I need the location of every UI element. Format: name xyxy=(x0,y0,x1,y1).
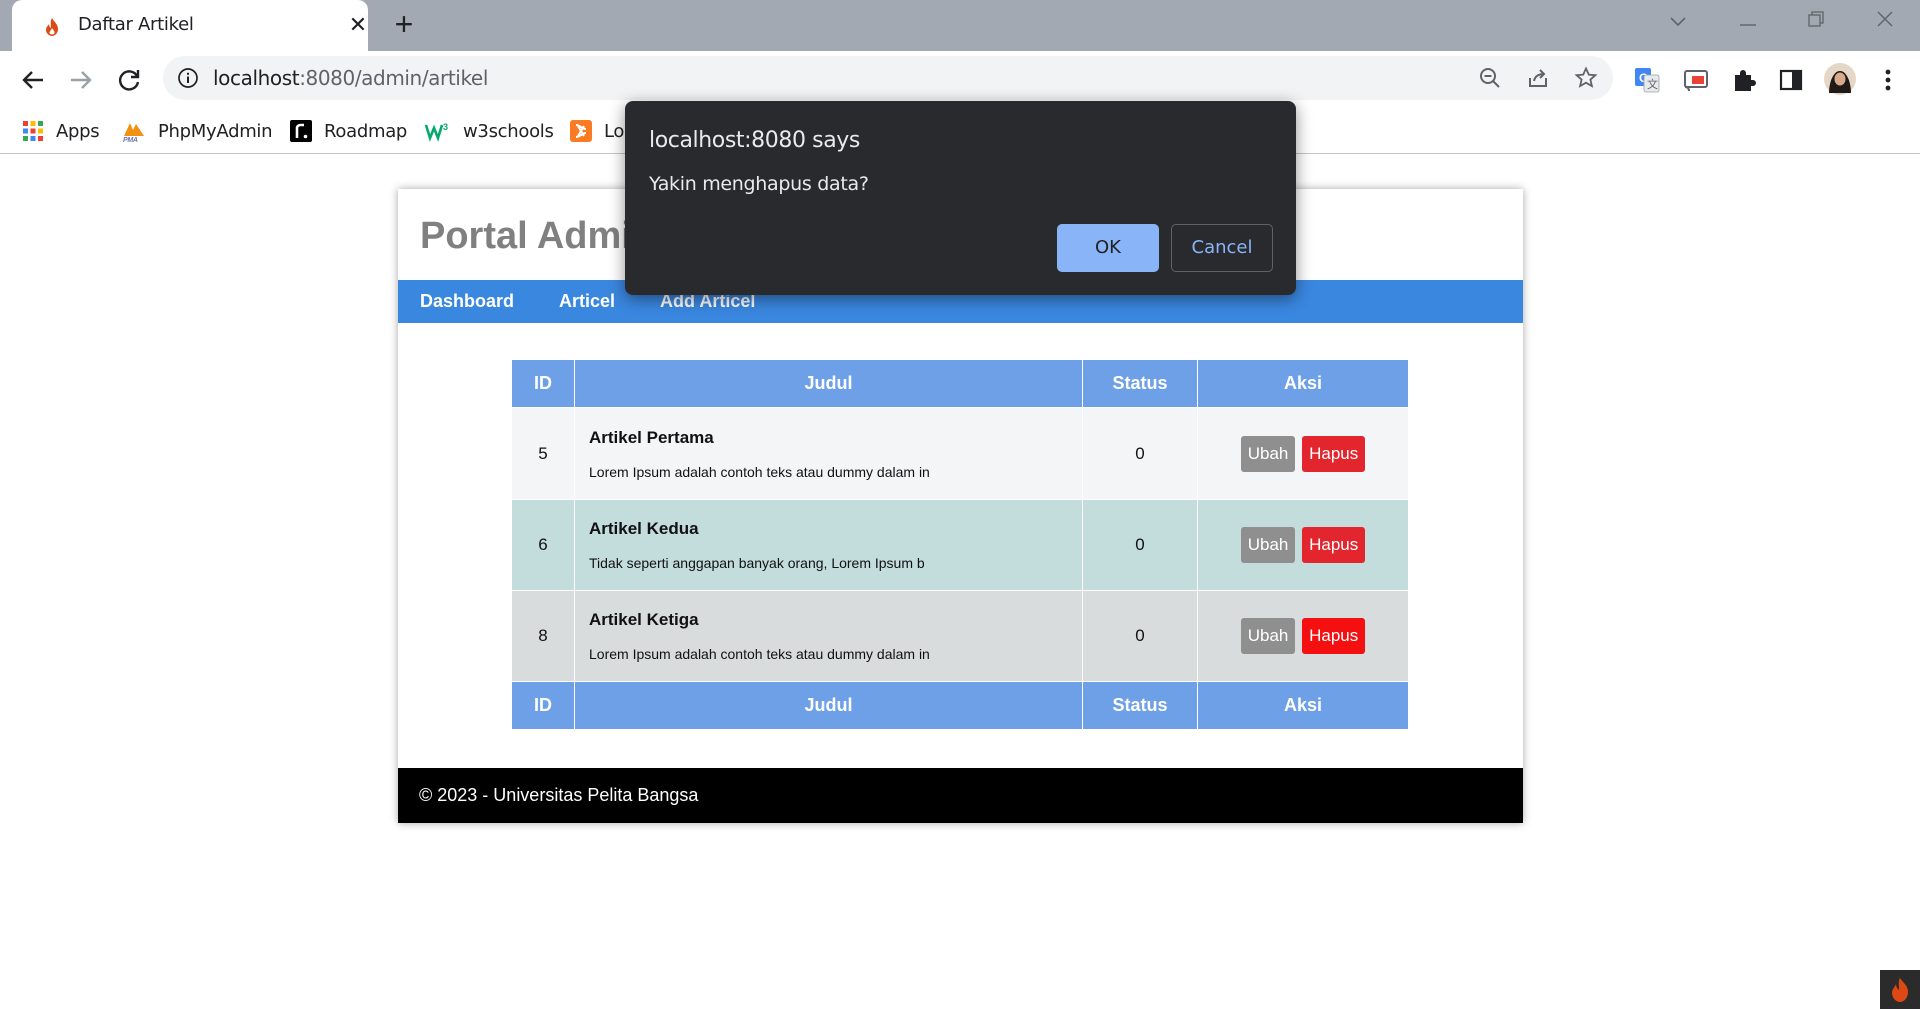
tab-title: Daftar Artikel xyxy=(78,14,194,35)
side-panel-icon[interactable] xyxy=(1777,66,1805,94)
cell-aksi: Ubah Hapus xyxy=(1197,499,1409,591)
page-footer: © 2023 - Universitas Pelita Bangsa xyxy=(398,768,1523,823)
codeigniter-flame-icon xyxy=(41,16,63,38)
bookmark-xampp[interactable]: Lo xyxy=(570,117,624,145)
svg-text:文: 文 xyxy=(1647,77,1658,91)
article-excerpt: Lorem Ipsum adalah contoh teks atau dumm… xyxy=(589,463,930,480)
bookmark-label: Lo xyxy=(604,120,625,142)
col-header-id: ID xyxy=(511,359,575,408)
bookmark-label: Apps xyxy=(56,120,100,142)
extensions-puzzle-icon[interactable] xyxy=(1730,66,1758,94)
cell-status: 0 xyxy=(1082,590,1198,682)
edit-button[interactable]: Ubah xyxy=(1240,435,1296,472)
cancel-button[interactable]: Cancel xyxy=(1171,224,1273,272)
article-table: ID Judul Status Aksi 5 Artikel Pertama L… xyxy=(511,359,1409,730)
zoom-out-icon[interactable] xyxy=(1478,66,1502,90)
address-bar[interactable]: localhost:8080/admin/artikel xyxy=(163,56,1613,100)
svg-text:PMA: PMA xyxy=(123,137,138,142)
bookmark-star-icon[interactable] xyxy=(1574,66,1598,90)
cell-judul: Artikel Kedua Tidak seperti anggapan ban… xyxy=(574,499,1083,591)
back-arrow-icon[interactable] xyxy=(15,62,51,98)
dialog-message: Yakin menghapus data? xyxy=(649,173,869,195)
table-row: 8 Artikel Ketiga Lorem Ipsum adalah cont… xyxy=(511,590,1409,682)
cell-id: 5 xyxy=(511,407,575,500)
delete-button[interactable]: Hapus xyxy=(1302,527,1366,563)
browser-tab[interactable]: Daftar Artikel ✕ xyxy=(12,0,368,51)
bookmark-roadmap[interactable]: Roadmap xyxy=(290,117,407,145)
restore-icon[interactable] xyxy=(1801,8,1831,38)
tab-search-chevron-icon[interactable] xyxy=(1663,8,1693,38)
ok-button[interactable]: OK xyxy=(1057,224,1159,272)
apps-grid-icon xyxy=(22,120,44,142)
share-icon[interactable] xyxy=(1526,66,1550,90)
site-info-icon[interactable] xyxy=(177,67,199,89)
article-excerpt: Lorem Ipsum adalah contoh teks atau dumm… xyxy=(589,646,930,662)
codeigniter-debug-toolbar-icon[interactable] xyxy=(1880,970,1920,1009)
delete-button[interactable]: Hapus xyxy=(1302,618,1366,654)
cell-aksi: Ubah Hapus xyxy=(1197,590,1409,682)
reload-icon[interactable] xyxy=(111,62,147,98)
bookmark-label: w3schools xyxy=(463,120,554,142)
delete-button[interactable]: Hapus xyxy=(1302,435,1366,472)
col-header-status: Status xyxy=(1082,359,1198,408)
article-title: Artikel Ketiga xyxy=(589,610,699,629)
edit-button[interactable]: Ubah xyxy=(1240,618,1296,654)
cell-judul: Artikel Ketiga Lorem Ipsum adalah contoh… xyxy=(574,590,1083,682)
bookmark-w3schools[interactable]: 3 w3schools xyxy=(424,117,554,145)
col-footer-id: ID xyxy=(511,681,575,730)
svg-text:3: 3 xyxy=(443,122,448,132)
col-footer-aksi: Aksi xyxy=(1197,681,1409,730)
dialog-title: localhost:8080 says xyxy=(649,128,860,153)
bookmark-phpmyadmin[interactable]: PMA PhpMyAdmin xyxy=(122,117,273,145)
xampp-icon xyxy=(570,120,592,142)
cell-aksi: Ubah Hapus xyxy=(1197,407,1409,500)
cell-id: 8 xyxy=(511,590,575,682)
nav-articel[interactable]: Articel xyxy=(559,291,615,312)
table-row: 5 Artikel Pertama Lorem Ipsum adalah con… xyxy=(511,407,1409,500)
article-excerpt: Tidak seperti anggapan banyak orang, Lor… xyxy=(589,555,925,571)
edit-button[interactable]: Ubah xyxy=(1240,527,1296,563)
close-icon[interactable]: ✕ xyxy=(344,11,372,39)
menu-kebab-icon[interactable] xyxy=(1874,66,1902,94)
bookmark-apps[interactable]: Apps xyxy=(22,117,100,145)
tab-strip: Daftar Artikel ✕ + xyxy=(0,0,1920,51)
confirm-dialog: localhost:8080 says Yakin menghapus data… xyxy=(625,101,1296,295)
col-footer-status: Status xyxy=(1082,681,1198,730)
bookmark-label: Roadmap xyxy=(324,120,408,142)
bookmark-label: PhpMyAdmin xyxy=(158,120,273,142)
table-header-row: ID Judul Status Aksi xyxy=(511,359,1409,408)
w3schools-icon: 3 xyxy=(424,120,451,142)
footer-copyright: © 2023 - Universitas Pelita Bangsa xyxy=(419,785,699,805)
profile-avatar[interactable] xyxy=(1824,63,1856,95)
col-header-judul: Judul xyxy=(574,359,1083,408)
cell-judul: Artikel Pertama Lorem Ipsum adalah conto… xyxy=(574,407,1083,500)
col-footer-judul: Judul xyxy=(574,681,1083,730)
nav-dashboard[interactable]: Dashboard xyxy=(420,291,514,312)
window-close-icon[interactable] xyxy=(1870,8,1900,38)
cell-status: 0 xyxy=(1082,407,1198,500)
minimize-icon[interactable] xyxy=(1733,8,1763,38)
table-footer-row: ID Judul Status Aksi xyxy=(511,681,1409,730)
cell-status: 0 xyxy=(1082,499,1198,591)
col-header-aksi: Aksi xyxy=(1197,359,1409,408)
new-tab-button[interactable]: + xyxy=(388,8,420,42)
roadmap-icon xyxy=(290,120,312,142)
google-translate-icon[interactable]: G文 xyxy=(1633,66,1661,94)
cell-id: 6 xyxy=(511,499,575,591)
article-title: Artikel Kedua xyxy=(589,519,699,538)
cast-icon[interactable] xyxy=(1682,66,1710,94)
table-row: 6 Artikel Kedua Tidak seperti anggapan b… xyxy=(511,499,1409,591)
forward-arrow-icon[interactable] xyxy=(63,62,99,98)
phpmyadmin-icon: PMA xyxy=(122,120,146,144)
site-title: Portal Admin xyxy=(420,215,656,257)
article-title: Artikel Pertama xyxy=(589,427,714,447)
url-text[interactable]: localhost:8080/admin/artikel xyxy=(213,66,488,90)
